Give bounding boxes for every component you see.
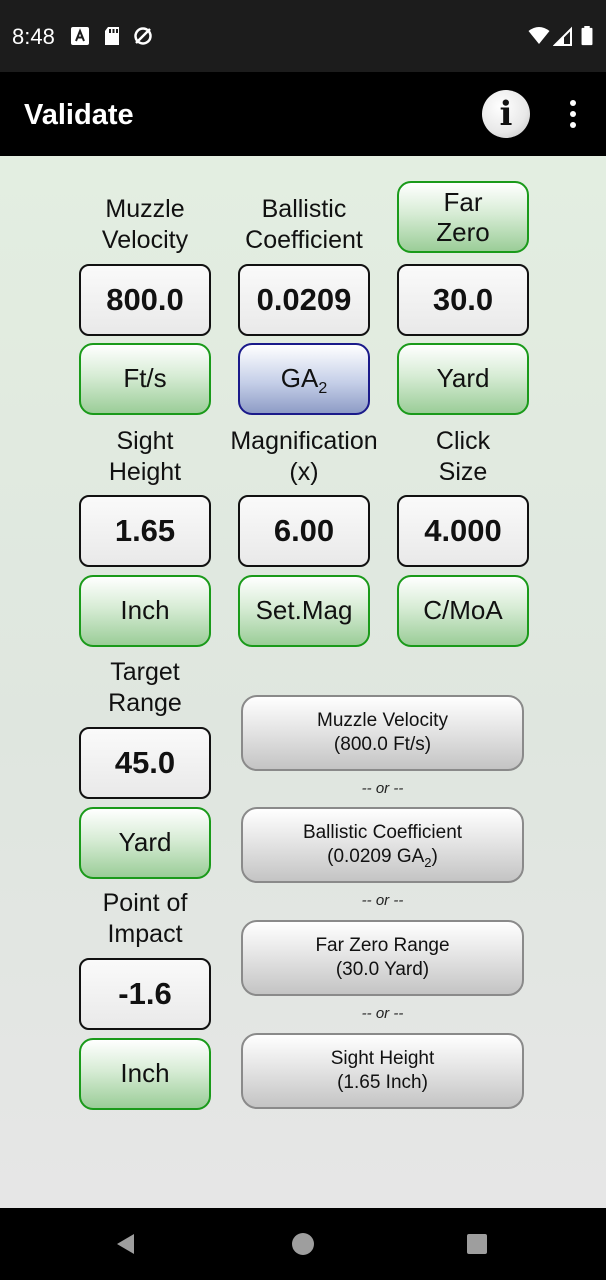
a-notification-icon (71, 27, 89, 45)
magnification-field[interactable]: 6.00 (238, 495, 370, 567)
point-of-impact-field[interactable]: -1.6 (79, 958, 211, 1030)
navigation-bar (0, 1208, 606, 1280)
sd-card-icon (105, 27, 119, 45)
solve-muzzle-velocity-button[interactable]: Muzzle Velocity (800.0 Ft/s) (241, 695, 524, 771)
point-of-impact-unit-button[interactable]: Inch (79, 1038, 211, 1110)
solve-ballistic-coefficient-button[interactable]: Ballistic Coefficient (0.0209 GA2) (241, 807, 524, 883)
back-icon[interactable] (114, 1232, 138, 1256)
target-range-unit-button[interactable]: Yard (79, 807, 211, 879)
info-icon: i (499, 94, 513, 134)
ballistic-coefficient-field[interactable]: 0.0209 (238, 264, 370, 336)
sight-height-field[interactable]: 1.65 (79, 495, 211, 567)
status-time: 8:48 (12, 24, 55, 49)
signal-icon (553, 26, 572, 46)
magnification-label: Magnification (x) (230, 427, 378, 486)
ballistic-coefficient-label: Ballistic Coefficient (245, 195, 363, 254)
or-separator: -- or -- (361, 780, 404, 797)
sync-disabled-icon (134, 27, 152, 45)
muzzle-velocity-field[interactable]: 800.0 (79, 264, 211, 336)
battery-icon (581, 26, 593, 46)
sight-height-label: Sight Height (108, 427, 182, 486)
sight-height-unit-button[interactable]: Inch (79, 575, 211, 647)
app-bar: Validate i (0, 72, 606, 156)
set-magnification-button[interactable]: Set.Mag (238, 575, 370, 647)
click-size-field[interactable]: 4.000 (397, 495, 529, 567)
status-bar: 8:48 (0, 0, 606, 72)
muzzle-velocity-label: Muzzle Velocity (101, 195, 189, 254)
home-icon[interactable] (291, 1232, 315, 1256)
screen-title: Validate (24, 99, 134, 131)
target-range-field[interactable]: 45.0 (79, 727, 211, 799)
far-zero-button[interactable]: Far Zero (397, 181, 529, 253)
or-separator: -- or -- (361, 892, 404, 909)
overflow-menu-icon[interactable] (558, 96, 588, 132)
far-zero-unit-button[interactable]: Yard (397, 343, 529, 415)
recents-icon[interactable] (466, 1233, 488, 1255)
muzzle-velocity-unit-button[interactable]: Ft/s (79, 343, 211, 415)
solve-sight-height-button[interactable]: Sight Height (1.65 Inch) (241, 1033, 524, 1109)
info-button[interactable]: i (482, 90, 530, 138)
drag-model-button[interactable]: GA2 (238, 343, 370, 415)
solve-far-zero-range-button[interactable]: Far Zero Range (30.0 Yard) (241, 920, 524, 996)
target-range-label: Target Range (108, 658, 182, 717)
point-of-impact-label: Point of Impact (102, 889, 188, 948)
or-separator: -- or -- (361, 1005, 404, 1022)
click-size-unit-button[interactable]: C/MoA (397, 575, 529, 647)
click-size-label: Click Size (435, 427, 491, 486)
far-zero-field[interactable]: 30.0 (397, 264, 529, 336)
wifi-icon (528, 27, 550, 44)
validate-form: Muzzle Velocity Ballistic Coefficient Fa… (0, 156, 606, 1208)
